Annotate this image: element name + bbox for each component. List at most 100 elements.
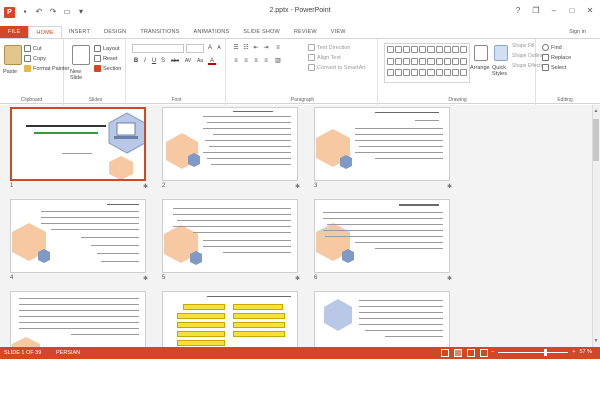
font-size-combo[interactable]	[186, 44, 204, 53]
help-button[interactable]: ?	[512, 5, 524, 17]
vertical-scrollbar[interactable]: ▲ ▼	[592, 105, 600, 347]
tab-view[interactable]: VIEW	[324, 26, 353, 38]
slide-thumbnail-8[interactable]	[162, 291, 298, 347]
slide-thumbnail-4[interactable]	[10, 199, 146, 273]
minimize-button[interactable]: –	[548, 5, 560, 17]
tab-animations[interactable]: ANIMATIONS	[187, 26, 237, 38]
drawing-label: Drawing	[448, 97, 467, 103]
transition-star-icon[interactable]: ✱	[447, 275, 452, 282]
decrease-indent-icon[interactable]: ⇤	[252, 44, 260, 52]
bold-button[interactable]: B	[132, 57, 140, 65]
copy-icon	[24, 55, 31, 62]
scroll-up-icon[interactable]: ▲	[593, 107, 599, 115]
new-slide-icon[interactable]	[72, 45, 90, 65]
transition-star-icon[interactable]: ✱	[447, 183, 452, 190]
arrange-icon[interactable]	[474, 45, 488, 61]
replace-button[interactable]: Replace	[542, 54, 571, 61]
cut-button[interactable]: Cut	[24, 45, 42, 52]
slide-thumbnail-1[interactable]	[10, 107, 146, 181]
character-spacing-button[interactable]: AV	[183, 57, 193, 65]
normal-view-icon[interactable]	[441, 349, 449, 357]
select-button[interactable]: Select	[542, 64, 566, 71]
shrink-font-button[interactable]: A	[215, 44, 223, 52]
slide-sorter-view-icon[interactable]	[454, 349, 462, 357]
paste-button[interactable]: Paste	[3, 69, 17, 75]
tab-design[interactable]: DESIGN	[97, 26, 133, 38]
font-color-button[interactable]: A	[208, 57, 216, 65]
scroll-down-icon[interactable]: ▼	[593, 337, 599, 345]
language-indicator[interactable]: PERSIAN	[56, 350, 80, 356]
zoom-level[interactable]: 57 %	[579, 349, 592, 355]
underline-button[interactable]: U	[150, 57, 158, 65]
paste-icon[interactable]	[4, 45, 22, 65]
tab-file[interactable]: FILE	[0, 26, 29, 38]
text-line	[107, 204, 139, 206]
align-center-icon[interactable]: ≡	[242, 57, 250, 65]
ribbon-display-button[interactable]: ❐	[530, 5, 542, 17]
copy-button[interactable]: Copy	[24, 55, 46, 62]
slide-author-line	[62, 153, 92, 155]
tab-slideshow[interactable]: SLIDE SHOW	[236, 26, 287, 38]
quick-styles-icon[interactable]	[494, 45, 508, 61]
reset-button[interactable]: Reset	[94, 55, 117, 62]
quick-styles-button[interactable]: Quick Styles	[492, 65, 512, 77]
close-button[interactable]: ✕	[584, 5, 596, 17]
justify-icon[interactable]: ≡	[262, 57, 270, 65]
zoom-out-button[interactable]: –	[491, 349, 494, 355]
grow-font-button[interactable]: A	[206, 44, 214, 52]
shapes-gallery[interactable]	[384, 43, 470, 83]
reading-view-icon[interactable]	[467, 349, 475, 357]
zoom-control: – + 57 %	[491, 348, 592, 356]
slide-number: 5	[162, 275, 166, 281]
change-case-button[interactable]: Aa	[195, 57, 205, 65]
zoom-slider-thumb[interactable]	[544, 348, 548, 356]
columns-icon[interactable]: ▥	[274, 57, 282, 65]
slides-label: Slides	[88, 97, 103, 103]
sign-in-link[interactable]: Sign in	[569, 26, 586, 38]
slide-thumbnail-5[interactable]	[162, 199, 298, 273]
highlighted-box	[233, 304, 283, 310]
increase-indent-icon[interactable]: ⇥	[262, 44, 270, 52]
find-button[interactable]: Find	[542, 44, 562, 51]
text-line	[355, 242, 443, 244]
tab-review[interactable]: REVIEW	[287, 26, 324, 38]
align-right-icon[interactable]: ≡	[252, 57, 260, 65]
align-left-icon[interactable]: ≡	[232, 57, 240, 65]
maximize-button[interactable]: □	[566, 5, 578, 17]
format-painter-button[interactable]: Format Painter	[24, 65, 69, 72]
hexagon-shape	[12, 337, 40, 347]
layout-button[interactable]: Layout	[94, 45, 120, 52]
slide-thumbnail-6[interactable]	[314, 199, 450, 273]
scroll-thumb[interactable]	[593, 119, 599, 161]
strikethrough-button[interactable]: abc	[169, 57, 181, 65]
slide-thumbnail-3[interactable]	[314, 107, 450, 181]
tab-insert[interactable]: INSERT	[62, 26, 97, 38]
align-text-button[interactable]: Align Text	[308, 54, 341, 61]
arrange-button[interactable]: Arrange	[470, 65, 490, 71]
bullets-icon[interactable]: ☰	[232, 44, 240, 52]
smartart-button[interactable]: Convert to SmartArt	[308, 64, 366, 71]
new-slide-button[interactable]: New Slide	[70, 69, 92, 81]
section-button[interactable]: Section	[94, 65, 121, 72]
view-buttons	[441, 349, 488, 357]
transition-star-icon[interactable]: ✱	[143, 275, 148, 282]
slide-thumbnail-2[interactable]	[162, 107, 298, 181]
numbering-icon[interactable]: ☷	[242, 44, 250, 52]
zoom-in-button[interactable]: +	[572, 349, 575, 355]
line-spacing-icon[interactable]: ≡	[274, 44, 282, 52]
transition-star-icon[interactable]: ✱	[143, 183, 148, 190]
zoom-slider[interactable]	[498, 348, 569, 356]
font-name-combo[interactable]	[132, 44, 184, 53]
slide-title-line	[26, 125, 106, 127]
slideshow-view-icon[interactable]	[480, 349, 488, 357]
text-direction-button[interactable]: Text Direction	[308, 44, 350, 51]
transition-star-icon[interactable]: ✱	[295, 275, 300, 282]
shadow-button[interactable]: S	[159, 57, 167, 65]
slide-thumbnail-9[interactable]	[314, 291, 450, 347]
tab-home[interactable]: HOME	[28, 26, 62, 38]
slide-thumbnail-7[interactable]	[10, 291, 146, 347]
transition-star-icon[interactable]: ✱	[295, 183, 300, 190]
tab-transitions[interactable]: TRANSITIONS	[133, 26, 186, 38]
italic-button[interactable]: I	[141, 57, 149, 65]
shape-fill-button[interactable]: Shape Fill	[512, 43, 534, 49]
